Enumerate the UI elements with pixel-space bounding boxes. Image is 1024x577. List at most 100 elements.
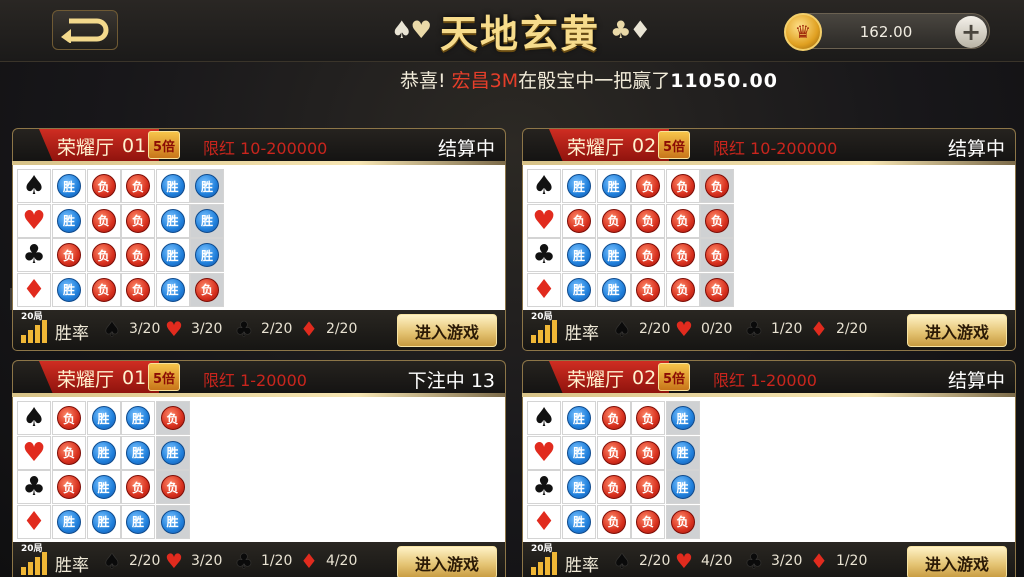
result-chip: 负 (636, 277, 660, 302)
enter-game-button[interactable]: 进入游戏 (397, 314, 497, 347)
club-icon: ♣ (235, 317, 253, 341)
enter-game-button[interactable]: 进入游戏 (907, 314, 1007, 347)
result-chip: 胜 (160, 243, 185, 267)
multiplier-badge: 5倍 (148, 131, 180, 159)
road-cell: 负 (155, 401, 190, 435)
table-header: 荣耀厅 02 5倍 限红 10-200000 结算中 (522, 128, 1016, 163)
diamond-icon: ♦ (17, 272, 51, 307)
result-chip: 胜 (57, 509, 81, 534)
road-cell: 负 (700, 169, 734, 203)
marquee-game: 骰宝 (537, 70, 576, 92)
table-status: 下注中 13 (407, 370, 495, 392)
table-footer: 20局 胜率 ♠ 2/20 ♥ 3/20 ♣ 1/20 ♦ 4/20 进入游戏 (12, 542, 506, 577)
diamond-icon: ♦ (527, 504, 561, 539)
diamond-icon: ♦ (300, 549, 318, 573)
heart-winrate: 3/20 (190, 553, 223, 569)
result-chip: 胜 (160, 440, 185, 465)
back-button[interactable] (52, 10, 118, 50)
multiplier-badge: 5倍 (658, 363, 690, 391)
result-chip: 胜 (126, 509, 150, 534)
road-cell: 胜 (596, 238, 631, 272)
road-cell: 负 (665, 203, 700, 238)
rounds-chart-icon: 20局 (21, 312, 53, 345)
road-cell: 胜 (190, 169, 224, 203)
spade-icon: ♠ (527, 169, 561, 203)
result-chip: 负 (160, 406, 185, 430)
diamond-icon: ♦ (810, 317, 828, 341)
heart-icon: ♥ (527, 203, 561, 238)
result-chip: 胜 (160, 208, 185, 233)
road-cell: 负 (52, 435, 86, 470)
road-cell: 负 (52, 470, 86, 504)
road-cell: 胜 (121, 401, 155, 435)
heart-stat: ♥ 4/20 (675, 551, 732, 571)
road-cell: 胜 (596, 272, 631, 307)
road-cell: 负 (562, 203, 596, 238)
table-number: 02 (632, 135, 657, 157)
diamond-stat: ♦ 2/20 (810, 319, 867, 339)
heart-icon: ♥ (165, 317, 183, 341)
multiplier-badge: 5倍 (658, 131, 690, 159)
table-header: 荣耀厅 02 5倍 限红 1-20000 结算中 (522, 360, 1016, 395)
bet-limit: 限红 1-20000 (203, 371, 307, 390)
road-cell: 胜 (52, 272, 86, 307)
winrate-label: 胜率 (55, 324, 89, 344)
club-winrate: 2/20 (260, 321, 293, 337)
club-winrate: 3/20 (770, 553, 803, 569)
result-chip: 负 (126, 475, 150, 499)
road-cell: 胜 (562, 272, 596, 307)
enter-game-button[interactable]: 进入游戏 (397, 546, 497, 577)
result-chip: 胜 (567, 509, 591, 534)
road-cell: 负 (631, 238, 665, 272)
road-cell: 负 (631, 401, 665, 435)
road-cell: 负 (700, 238, 734, 272)
back-arrow-icon (61, 18, 109, 43)
road-cell: 胜 (121, 435, 155, 470)
hall-tab: 荣耀厅 02 (549, 361, 669, 395)
club-diamond-icon: ♣♦ (610, 16, 651, 44)
table-number: 01 (122, 367, 147, 389)
club-icon: ♣ (527, 238, 561, 272)
result-chip: 胜 (601, 174, 626, 198)
road-cell: 胜 (86, 435, 121, 470)
heart-icon: ♥ (675, 317, 693, 341)
result-chip: 负 (670, 174, 695, 198)
result-chip: 负 (601, 509, 626, 534)
road-cell: 胜 (86, 401, 121, 435)
heart-winrate: 4/20 (700, 553, 733, 569)
result-chip: 胜 (601, 277, 626, 302)
result-chip: 胜 (160, 509, 185, 534)
road-cell: 负 (52, 401, 86, 435)
club-icon: ♣ (235, 549, 253, 573)
bet-limit: 限红 10-200000 (203, 139, 328, 158)
spade-icon: ♠ (17, 401, 51, 435)
heart-icon: ♥ (17, 435, 51, 470)
result-chip: 负 (670, 243, 695, 267)
table-card: 荣耀厅 01 5倍 限红 1-20000 下注中 13 ♠ 负胜胜负 ♥ 负胜胜胜 ♣ 负胜负负 ♦ 胜… (12, 360, 506, 577)
road-cell: 负 (155, 470, 190, 504)
road-cell: 负 (631, 504, 665, 539)
result-chip: 负 (126, 277, 150, 302)
spade-winrate: 3/20 (128, 321, 161, 337)
game-lobby: ♠♥ 天地玄黄 ♣♦ ♛ 162.00 + 恭喜! 宏昌3M在骰宝中一把赢了11… (0, 0, 1024, 577)
result-chip: 胜 (57, 208, 81, 233)
result-chip: 胜 (567, 174, 591, 198)
enter-game-button[interactable]: 进入游戏 (907, 546, 1007, 577)
heart-winrate: 3/20 (190, 321, 223, 337)
club-stat: ♣ 1/20 (235, 551, 292, 571)
road-cell: 负 (596, 203, 631, 238)
result-chip: 负 (636, 475, 660, 499)
road-grid: ♠ 负胜胜负 ♥ 负胜胜胜 ♣ 负胜负负 ♦ 胜胜胜胜 (12, 397, 506, 542)
diamond-winrate: 2/20 (325, 321, 358, 337)
result-chip: 胜 (670, 406, 695, 430)
road-cell: 负 (665, 504, 700, 539)
result-chip: 胜 (160, 277, 185, 302)
road-cell: 胜 (155, 203, 190, 238)
add-funds-button[interactable]: + (955, 16, 987, 48)
result-chip: 负 (567, 208, 591, 233)
spade-icon: ♠ (527, 401, 561, 435)
road-cell: 胜 (155, 504, 190, 539)
road-cell: 胜 (596, 169, 631, 203)
road-cell: 负 (631, 470, 665, 504)
result-chip: 负 (705, 243, 729, 267)
